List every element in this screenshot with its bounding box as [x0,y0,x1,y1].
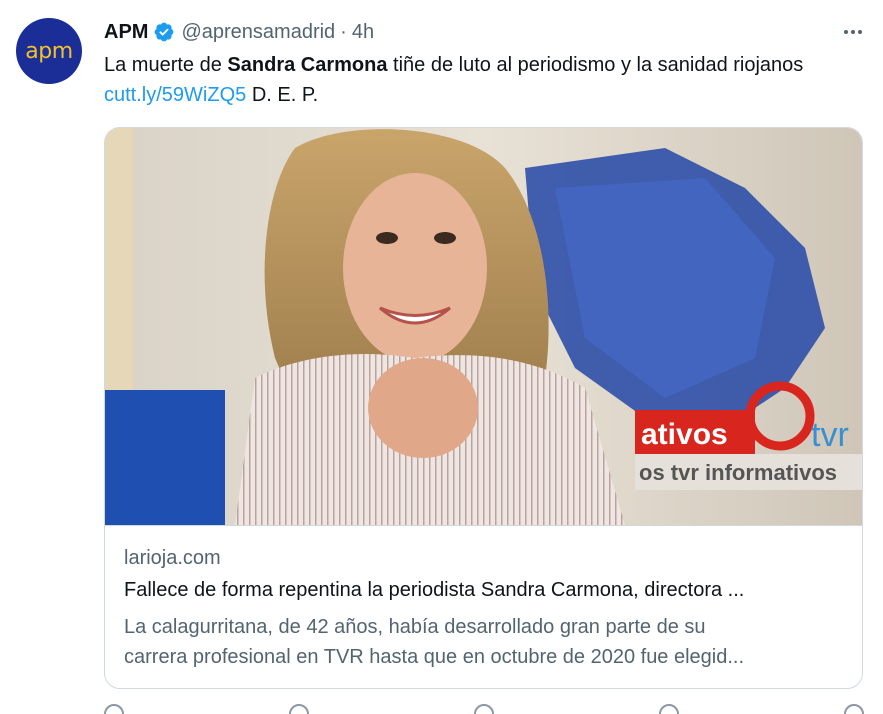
avatar-logo-text: apm [25,38,73,64]
card-image[interactable]: ativos tvr os tvr informativos [105,128,862,526]
clasped-hands [368,358,478,458]
reply-icon [104,704,124,714]
card-description: La calagurritana, de 42 años, había desa… [124,612,844,672]
repost-button[interactable] [289,704,309,714]
like-button[interactable] [474,704,494,714]
tweet-link[interactable]: cutt.ly/59WiZQ5 [104,84,246,106]
blue-chair [105,390,225,525]
repost-icon [289,704,309,714]
right-eye [434,232,456,244]
tweet[interactable]: apm APM @aprensamadrid · 4h La muerte de… [0,0,883,714]
tweet-text: La muerte de Sandra Carmona tiñe de luto… [104,50,864,110]
banner-text: os tvr informativos [639,460,837,485]
avatar[interactable]: apm [16,18,82,84]
action-bar [104,704,864,714]
card-title[interactable]: Fallece de forma repentina la periodista… [124,579,844,602]
card-domain: larioja.com [124,547,221,569]
tweet-text-bold: Sandra Carmona [227,54,388,76]
more-options-icon[interactable] [841,22,865,42]
tweet-header: APM @aprensamadrid · 4h [104,18,374,46]
verified-badge-icon[interactable] [153,21,175,43]
user-handle[interactable]: @aprensamadrid [181,21,335,44]
tvr-logo-text: tvr [811,416,849,454]
display-name[interactable]: APM [104,21,148,44]
sign-text: ativos [641,418,728,451]
like-icon [474,704,494,714]
views-icon [659,704,679,714]
face [343,173,487,363]
separator-dot: · [340,20,347,43]
more-dot [851,30,855,34]
tweet-text-part: D. E. P. [246,84,319,106]
timestamp[interactable]: 4h [352,21,374,44]
left-eye [376,232,398,244]
card-description-line: carrera profesional en TVR hasta que en … [124,646,745,668]
share-button[interactable] [844,704,864,714]
tweet-text-part: La muerte de [104,54,228,76]
reply-button[interactable] [104,704,124,714]
share-icon [844,704,864,714]
views-button[interactable] [659,704,679,714]
tweet-text-part: tiñe de luto al periodismo y la sanidad … [387,54,804,76]
link-preview-card[interactable]: ativos tvr os tvr informativos larioja.c… [104,127,863,689]
card-description-line: La calagurritana, de 42 años, había desa… [124,616,706,638]
card-photo: ativos tvr os tvr informativos [105,128,862,525]
more-dot [858,30,862,34]
more-dot [844,30,848,34]
